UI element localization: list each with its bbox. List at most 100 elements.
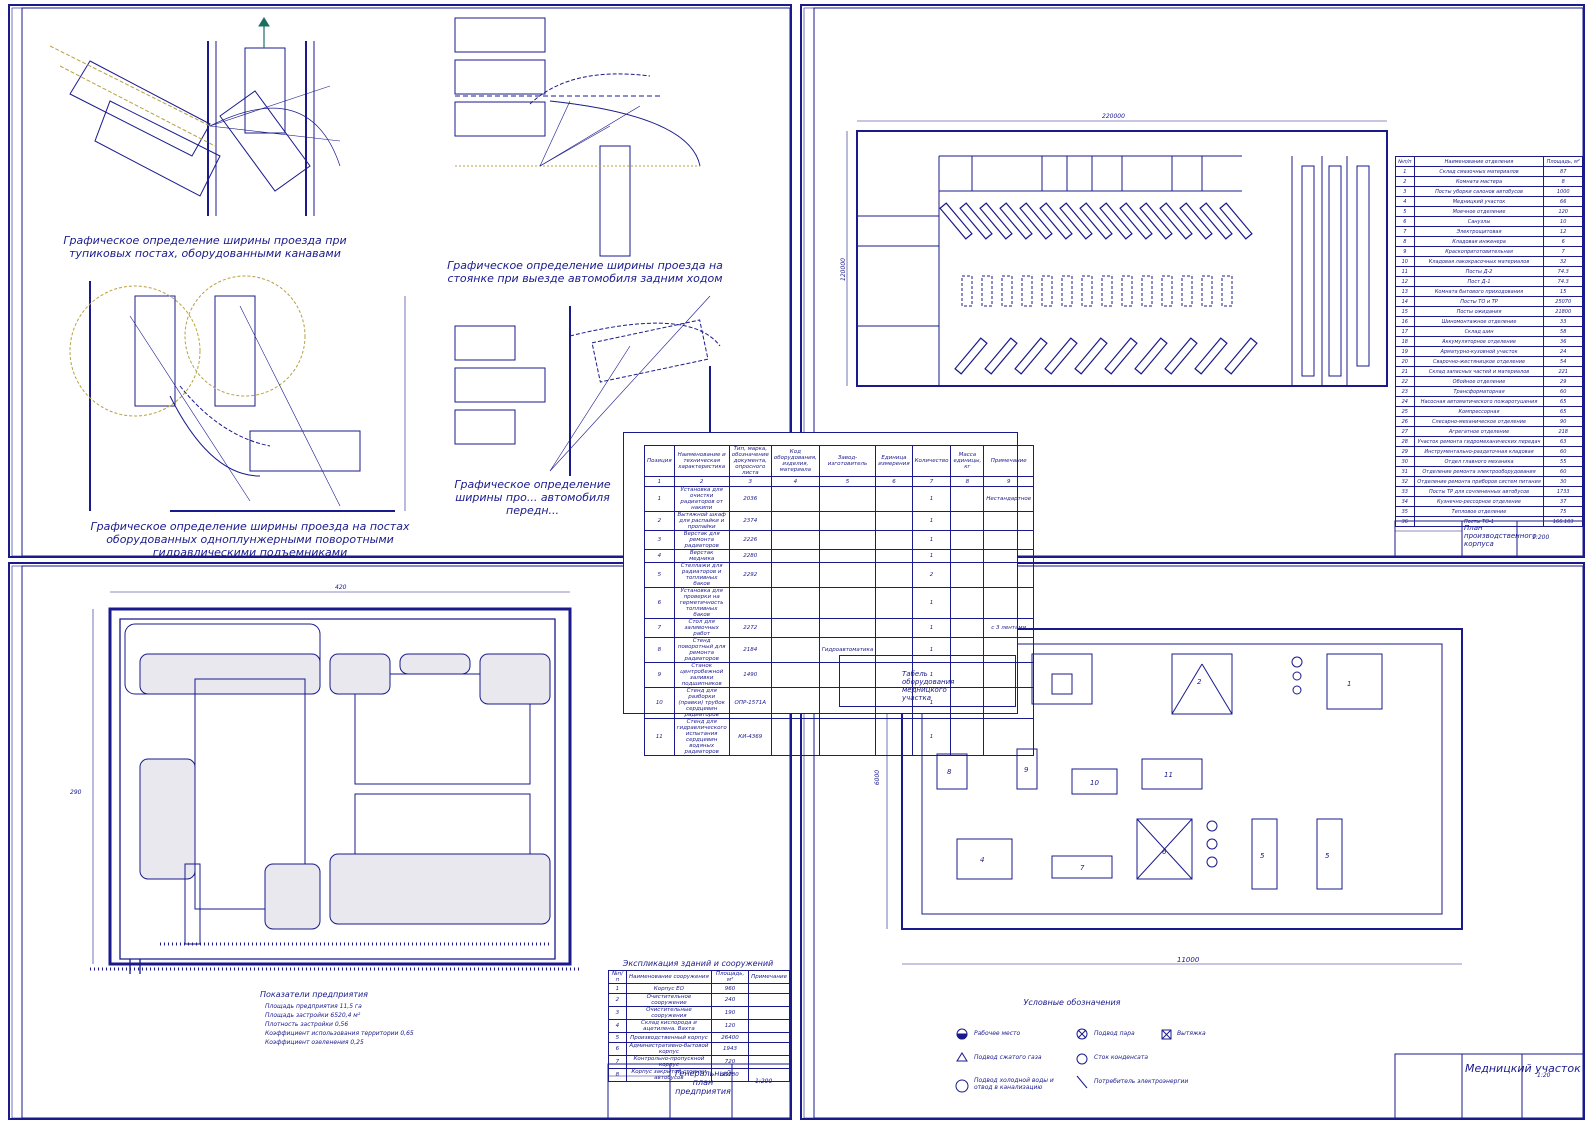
svg-text:9: 9 <box>1024 766 1029 774</box>
explication-row: 2 Очистительное сооружение 240 <box>608 993 790 1007</box>
room-row-cell: Склад шин <box>1413 326 1545 337</box>
room-row: 5 Моечное отделение 120 <box>1395 206 1583 217</box>
equipment-row-cell <box>818 549 877 563</box>
room-row: 31 Отделение ремонта электрооборудования 6… <box>1395 466 1583 477</box>
equipment-row-cell <box>983 549 1035 563</box>
room-row-cell: Посты Д-2 <box>1413 266 1545 277</box>
legend-compressed-gas: Подвод сжатого газа <box>974 1054 1042 1061</box>
room-row-cell: 36 <box>1543 336 1583 347</box>
room-row: 25 Компрессорная 65 <box>1395 406 1583 417</box>
sheet-equipment-table: Позиция Наименование и техническая характ… <box>623 432 1035 756</box>
explication-row-cell <box>748 1042 790 1056</box>
equipment-row-cell <box>983 530 1035 550</box>
room-row: 23 Трансформаторная 60 <box>1395 386 1583 397</box>
room-row-cell: 55 <box>1543 456 1583 467</box>
room-row-cell: 13 <box>1395 286 1415 297</box>
explication-row-cell: 4 <box>608 1019 627 1033</box>
room-row: 18 Аккумуляторное отделение 36 <box>1395 336 1583 347</box>
explication-row-cell <box>748 993 790 1007</box>
equipment-row-cell: 2280 <box>728 549 772 563</box>
indicator-item: Площадь застройки 6520,4 м² <box>265 1012 361 1019</box>
room-row-cell: 1733 <box>1543 486 1583 497</box>
room-row-cell: Отдел главного механика <box>1413 456 1545 467</box>
svg-text:10: 10 <box>1090 779 1099 787</box>
room-row-cell: 27 <box>1395 426 1415 437</box>
room-row: 6 Санузлы 10 <box>1395 216 1583 227</box>
equipment-column-number: 2 <box>673 476 730 487</box>
explication-row-cell: 1943 <box>710 1042 750 1056</box>
room-row-cell: 24 <box>1395 396 1415 407</box>
equipment-column-number: 4 <box>770 476 820 487</box>
explication-row-cell: 190 <box>710 1006 750 1020</box>
svg-text:11000: 11000 <box>1177 956 1200 964</box>
equipment-row-cell: 10 <box>644 687 675 719</box>
equipment-row-cell: 1 <box>644 486 675 512</box>
room-row-cell: 2 <box>1395 176 1415 187</box>
svg-text:290: 290 <box>70 789 82 796</box>
equipment-row-cell <box>875 587 913 619</box>
room-row-cell: 3 <box>1395 186 1415 197</box>
room-row-cell: Инструментально-раздаточная кладовая <box>1413 446 1545 457</box>
room-row-cell: 12 <box>1543 226 1583 237</box>
equipment-row-cell: Установка для проверки на герметичность … <box>673 587 730 619</box>
room-row-cell: 30 <box>1395 456 1415 467</box>
explication-row-cell: 26400 <box>710 1032 750 1043</box>
explication-row-cell <box>748 983 790 994</box>
equipment-row-cell: Стол для заливочных работ <box>673 618 730 638</box>
room-row: 24 Насосная автоматического пожаротушения… <box>1395 396 1583 407</box>
explication-row-cell: 240 <box>710 993 750 1007</box>
indicators-title: Показатели предприятия <box>260 990 368 999</box>
explication-row: 7 Контрольно-пропускной корпус 720 <box>608 1055 790 1069</box>
explication-row: 5 Производственный корпус 26400 <box>608 1032 790 1043</box>
equipment-row: 5 Стеллажи для радиаторов и топливных бак… <box>644 562 1035 588</box>
explication-row-cell: 7 <box>608 1055 627 1069</box>
room-row-cell: Склад запасных частей и материалов <box>1413 366 1545 377</box>
explication-row-cell: Склад кислорода и ацетилена. Вахта <box>625 1019 713 1033</box>
room-row-cell: Комната мастера <box>1413 176 1545 187</box>
room-row-cell: 37 <box>1543 496 1583 507</box>
room-row-cell: 29 <box>1543 376 1583 387</box>
room-row-cell: Санузлы <box>1413 216 1545 227</box>
rooms-table: №п/п Наименование отделения Площадь, м² 1С… <box>1395 156 1583 527</box>
indicators-list: Площадь предприятия 11,5 га Площадь застр… <box>265 1002 485 1047</box>
equipment-row-cell <box>983 562 1035 588</box>
equipment-header-cell: Примечание <box>983 445 1035 477</box>
room-row-cell: Насосная автоматического пожаротушения <box>1413 396 1545 407</box>
equipment-row-cell: 2226 <box>728 530 772 550</box>
room-row: 35 Тепловое отделение 75 <box>1395 506 1583 517</box>
room-row-cell: 7 <box>1543 246 1583 257</box>
room-row-cell: 16 <box>1395 316 1415 327</box>
room-row-cell: Краскоприготовительная <box>1413 246 1545 257</box>
caption-front-exit: Графическое определение ширины про... ав… <box>454 478 611 517</box>
equipment-row-cell: 1 <box>911 618 952 638</box>
room-row: 8 Кладовая инженера 6 <box>1395 236 1583 247</box>
equipment-row-cell: 1 <box>911 718 952 756</box>
equipment-row-cell <box>875 718 913 756</box>
room-row-cell: Посты ТО и ТР <box>1413 296 1545 307</box>
equipment-title: Табель оборудования медницкого участка <box>902 670 955 702</box>
room-row-cell: Посты ТО-1 <box>1413 516 1545 527</box>
svg-text:7: 7 <box>1080 864 1085 872</box>
equipment-row-cell <box>770 687 820 719</box>
equipment-row-cell: 1 <box>911 587 952 619</box>
room-row-cell: Посты уборки салонов автобусов <box>1413 186 1545 197</box>
room-row-cell: 166.103 <box>1543 516 1583 527</box>
caption-reverse-exit: Графическое определение ширины проезда н… <box>447 259 723 285</box>
room-row: 30 Отдел главного механика 55 <box>1395 456 1583 467</box>
room-row: 13 Комната бытового приходования 15 <box>1395 286 1583 297</box>
room-row: 1 Склад смазочных материалов 87 <box>1395 166 1583 177</box>
equipment-row-cell <box>770 530 820 550</box>
indicator-item: Коэффициент использования территории 0,6… <box>265 1030 414 1037</box>
room-row-cell: 1 <box>1395 166 1415 177</box>
equipment-row-cell: 5 <box>644 562 675 588</box>
equipment-column-number: 9 <box>983 476 1035 487</box>
room-row: 21 Склад запасных частей и материалов 221 <box>1395 366 1583 377</box>
legend-power-consumer: Потребитель электроэнергии <box>1094 1078 1189 1085</box>
room-row: 32 Отделение ремонта приборов систем пита… <box>1395 476 1583 487</box>
room-row: 16 Шиномонтажное отделение 33 <box>1395 316 1583 327</box>
room-row-cell: 31 <box>1395 466 1415 477</box>
equipment-row-cell <box>875 511 913 531</box>
room-row: 22 Обойное отделение 29 <box>1395 376 1583 387</box>
room-row-cell: 74.3 <box>1543 276 1583 287</box>
equipment-column-number: 5 <box>818 476 877 487</box>
